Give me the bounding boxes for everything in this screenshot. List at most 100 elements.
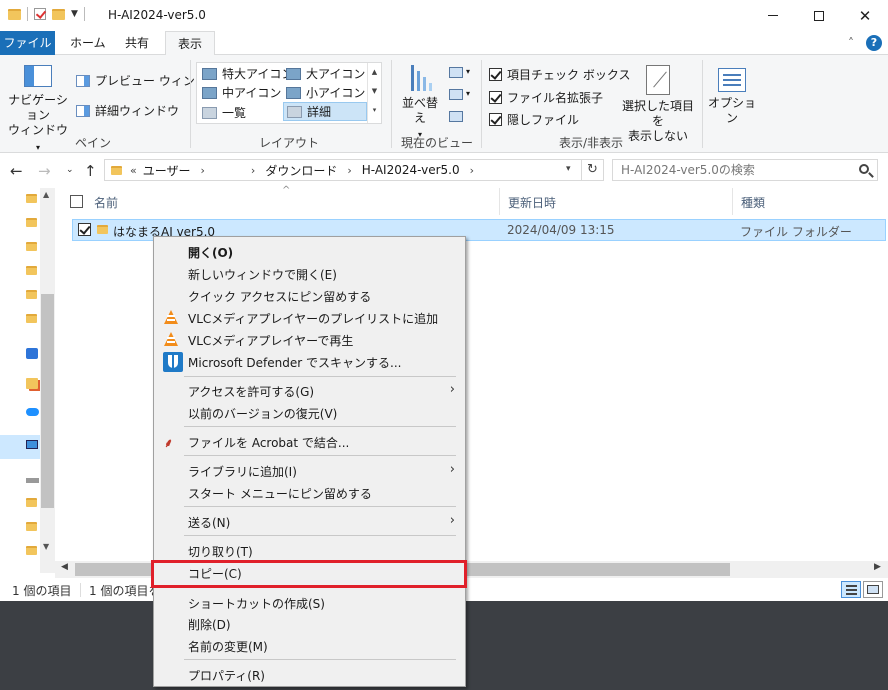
menu-item-vlc-add-playlist[interactable]: VLCメディアプレイヤーのプレイリストに追加 [154, 306, 465, 328]
drive-icon[interactable] [26, 478, 39, 483]
recent-locations-icon[interactable]: ⌄ [66, 165, 74, 175]
layout-details[interactable]: 詳細 [283, 102, 367, 121]
scroll-down-icon[interactable]: ▼ [43, 542, 49, 551]
layout-small-icons[interactable]: 小アイコン [283, 83, 368, 102]
scroll-left-icon[interactable]: ◀ [61, 562, 68, 572]
layout-list[interactable]: 一覧 [199, 103, 249, 122]
layout-gallery-scroll[interactable]: ▲ ▼ ▾ [367, 63, 381, 123]
checkbox[interactable] [489, 113, 502, 126]
search-input[interactable]: H-AI2024-ver5.0の検索 [612, 159, 878, 181]
menu-item-open[interactable]: 開く(O) [154, 240, 465, 262]
pc-icon[interactable] [26, 440, 38, 449]
column-name[interactable]: 名前 [94, 194, 118, 211]
scroll-right-icon[interactable]: ▶ [874, 562, 881, 572]
folder-icon[interactable] [26, 522, 37, 531]
menu-item-rename[interactable]: 名前の変更(M) [154, 634, 465, 656]
row-checkbox[interactable] [78, 223, 91, 236]
back-arrow-icon[interactable]: ← [10, 162, 23, 180]
layout-extra-large-icons[interactable]: 特大アイコン [199, 64, 296, 83]
column-date[interactable]: 更新日時 [508, 194, 556, 211]
folder-icon[interactable] [26, 290, 37, 299]
menu-item-delete[interactable]: 削除(D) [154, 612, 465, 634]
details-pane-icon [76, 104, 90, 117]
address-prefix[interactable]: « [130, 164, 137, 177]
tab-view[interactable]: 表示 [165, 31, 216, 56]
customize-toolbar-icon[interactable]: ▼ [71, 9, 78, 19]
menu-item-send-to[interactable]: 送る(N) › [154, 510, 465, 532]
menu-label: VLCメディアプレイヤーのプレイリストに追加 [188, 312, 439, 326]
menu-item-cut[interactable]: 切り取り(T) [154, 539, 465, 561]
refresh-button[interactable]: ↻ [582, 159, 604, 181]
folder-icon[interactable] [26, 266, 37, 275]
properties-icon[interactable] [34, 8, 46, 20]
minimize-button[interactable] [750, 0, 796, 31]
folder-icon[interactable] [26, 314, 37, 323]
new-folder-icon[interactable] [52, 8, 65, 20]
address-bar[interactable]: « ユーザー › › ダウンロード › H-AI2024-ver5.0 › [104, 159, 582, 181]
menu-item-add-to-library[interactable]: ライブラリに追加(I) › [154, 459, 465, 481]
zoom-folder-icon[interactable] [26, 348, 38, 359]
column-divider[interactable] [499, 188, 500, 215]
tab-share[interactable]: 共有 [113, 31, 161, 55]
folder-icon[interactable] [26, 498, 37, 507]
details-view-button[interactable] [841, 581, 861, 598]
tab-file[interactable]: ファイル [0, 31, 55, 55]
up-arrow-icon[interactable]: ↑ [84, 162, 97, 180]
folder-icon[interactable] [26, 242, 37, 251]
hide-selected-button[interactable]: 選択した項目を 表示しない [617, 65, 699, 144]
onedrive-icon[interactable] [26, 408, 39, 416]
chevron-right-icon[interactable]: › [201, 164, 205, 177]
file-extensions-toggle[interactable]: ファイル名拡張子 [489, 89, 603, 106]
folder-icon[interactable] [26, 194, 37, 203]
size-columns-icon[interactable] [449, 111, 463, 122]
menu-item-properties[interactable]: プロパティ(R) [154, 663, 465, 685]
add-columns-icon[interactable] [449, 89, 463, 100]
menu-label: 名前の変更(M) [188, 640, 268, 654]
music-folder-icon[interactable] [26, 378, 38, 389]
chevron-right-icon[interactable]: › [470, 164, 474, 177]
menu-item-open-new-window[interactable]: 新しいウィンドウで開く(E) [154, 262, 465, 284]
address-dropdown-icon[interactable]: ▾ [566, 164, 571, 174]
chevron-right-icon[interactable]: › [251, 164, 255, 177]
menu-item-restore-versions[interactable]: 以前のバージョンの復元(V) [154, 401, 465, 423]
menu-item-pin-start[interactable]: スタート メニューにピン留めする [154, 481, 465, 503]
breadcrumb-downloads[interactable]: ダウンロード [265, 162, 337, 179]
item-checkboxes-toggle[interactable]: 項目チェック ボックス [489, 66, 630, 83]
chevron-up-icon[interactable]: ˄ [848, 36, 854, 50]
menu-item-give-access[interactable]: アクセスを許可する(G) › [154, 379, 465, 401]
layout-large-icons[interactable]: 大アイコン [283, 64, 368, 83]
select-all-checkbox[interactable] [70, 195, 83, 208]
address-row: ← → ⌄ ↑ « ユーザー › › ダウンロード › H-AI2024-ver… [0, 153, 888, 188]
chevron-right-icon[interactable]: › [347, 164, 351, 177]
menu-item-defender-scan[interactable]: Microsoft Defender でスキャンする... [154, 350, 465, 372]
breadcrumb-users[interactable]: ユーザー [143, 162, 191, 179]
tab-home[interactable]: ホーム [58, 31, 118, 55]
column-type[interactable]: 種類 [741, 194, 765, 211]
checkbox[interactable] [489, 91, 502, 104]
checkbox[interactable] [489, 68, 502, 81]
help-icon[interactable]: ? [866, 35, 882, 51]
ribbon: ナビゲーション ウィンドウ ▾ プレビュー ウィンドウ 詳細ウィンドウ ペイン … [0, 55, 888, 153]
folder-icon[interactable] [26, 546, 37, 555]
hidden-items-toggle[interactable]: 隠しファイル [489, 111, 579, 128]
menu-item-vlc-play[interactable]: VLCメディアプレイヤーで再生 [154, 328, 465, 350]
refresh-icon: ↻ [587, 162, 598, 177]
group-by-icon[interactable] [449, 67, 463, 78]
column-divider[interactable] [732, 188, 733, 215]
layout-medium-icons[interactable]: 中アイコン [199, 83, 284, 102]
menu-item-pin-quick-access[interactable]: クイック アクセスにピン留めする [154, 284, 465, 306]
menu-item-create-shortcut[interactable]: ショートカットの作成(S) [154, 591, 465, 613]
menu-item-acrobat-combine[interactable]: ⸙ ファイルを Acrobat で結合... [154, 430, 465, 452]
sort-by-button[interactable]: 並べ替え ▾ [397, 65, 443, 142]
scroll-up-icon[interactable]: ▲ [43, 190, 49, 199]
folder-icon[interactable] [26, 218, 37, 227]
details-pane-button[interactable]: 詳細ウィンドウ [76, 102, 179, 119]
maximize-button[interactable] [796, 0, 842, 31]
breadcrumb-current[interactable]: H-AI2024-ver5.0 [362, 163, 460, 177]
title-bar: ▼ H-AI2024-ver5.0 ✕ [0, 0, 888, 31]
forward-arrow-icon[interactable]: → [38, 162, 51, 180]
nav-scroll-thumb[interactable] [41, 294, 54, 508]
large-icons-view-button[interactable] [863, 581, 883, 598]
options-button[interactable]: オプション [706, 68, 758, 126]
close-button[interactable]: ✕ [842, 0, 888, 31]
